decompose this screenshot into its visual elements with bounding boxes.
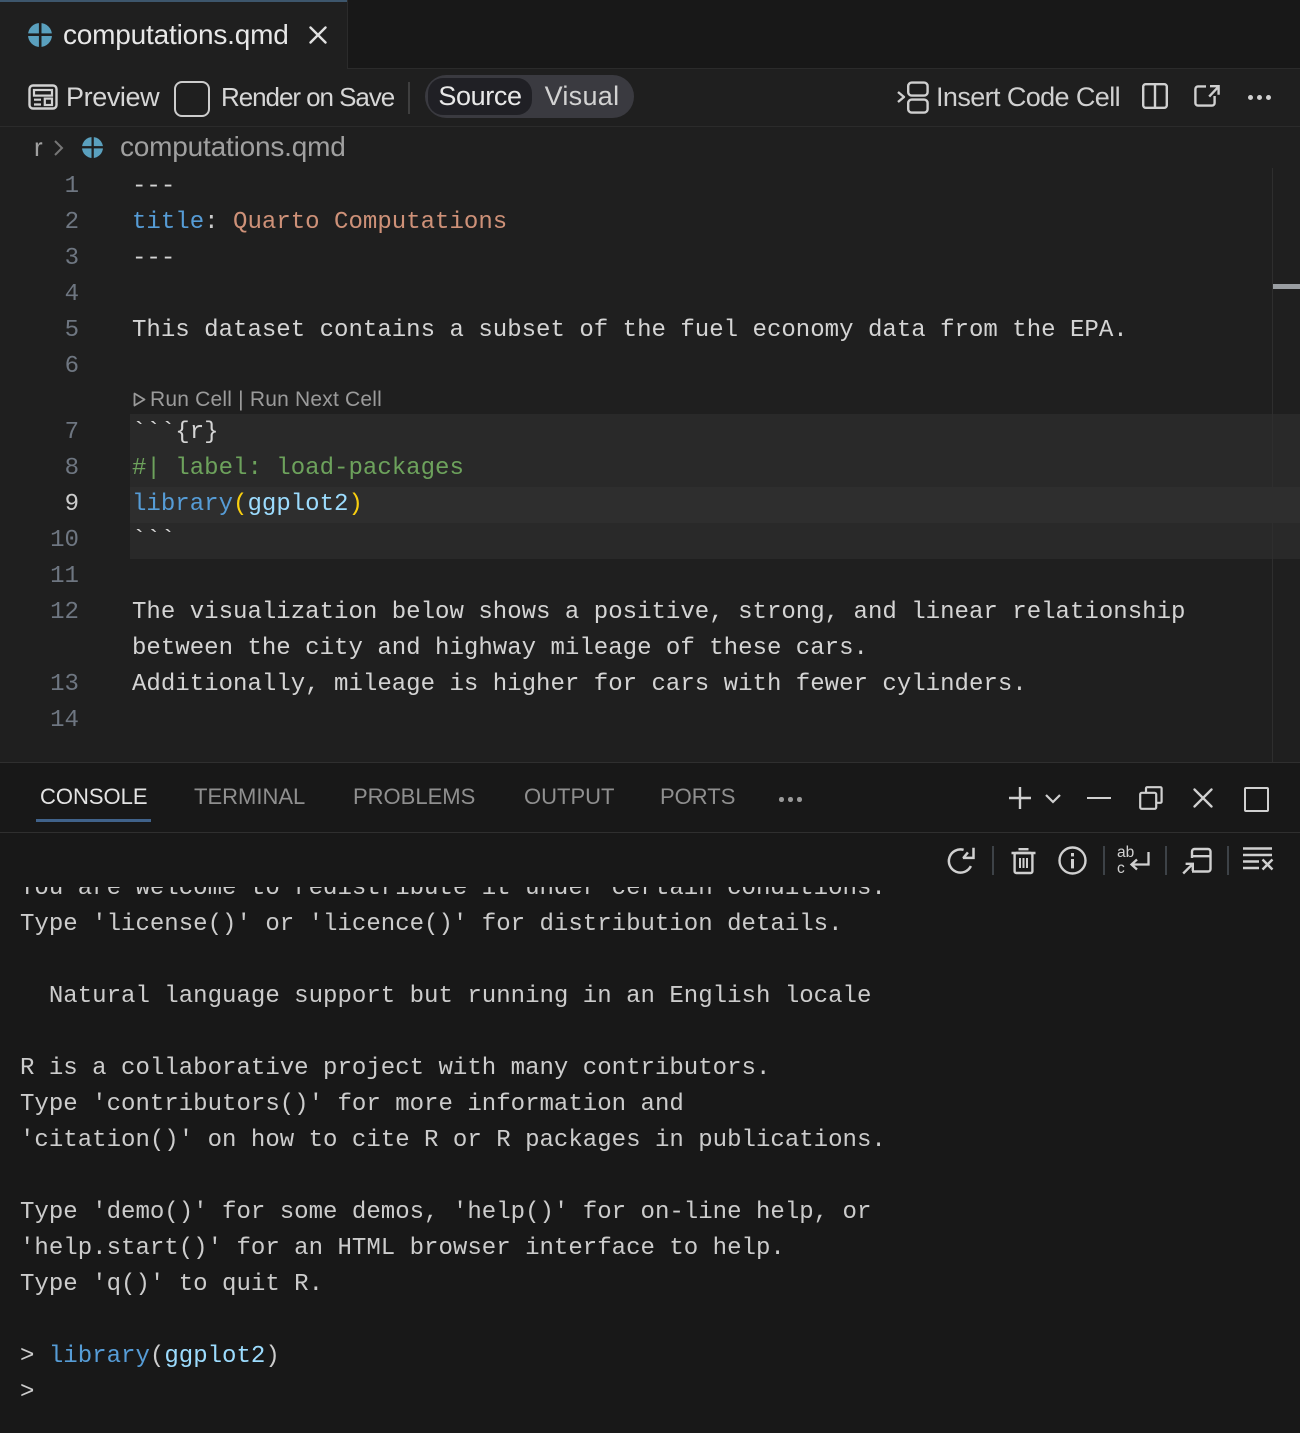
svg-text:ab: ab <box>1117 844 1134 861</box>
svg-text:c: c <box>1117 860 1125 877</box>
